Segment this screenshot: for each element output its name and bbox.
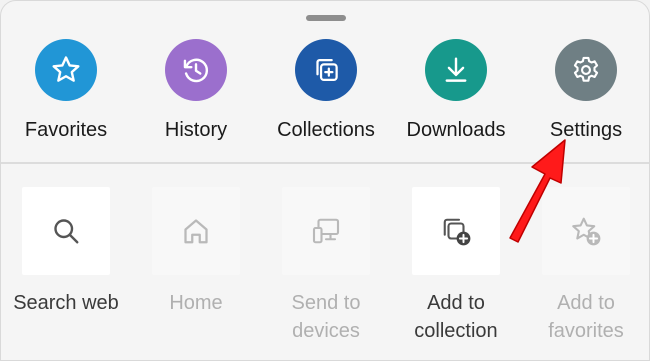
- add-to-favorites-button[interactable]: Add to favorites: [521, 187, 649, 345]
- add-to-collection-label: Add to collection: [414, 292, 498, 342]
- add-collection-icon: [443, 218, 471, 246]
- favorites-label: Favorites: [24, 119, 108, 141]
- divider: [1, 162, 649, 164]
- history-button[interactable]: History: [131, 39, 261, 142]
- search-web-button[interactable]: Search web: [1, 187, 131, 317]
- settings-button[interactable]: Settings: [521, 39, 649, 142]
- settings-label: Settings: [549, 119, 623, 141]
- search-web-label: Search web: [13, 292, 119, 314]
- send-to-devices-button[interactable]: Send to devices: [261, 187, 391, 345]
- star-icon: [35, 39, 97, 101]
- downloads-button[interactable]: Downloads: [391, 39, 521, 142]
- history-icon: [165, 39, 227, 101]
- downloads-label: Downloads: [406, 119, 506, 141]
- add-to-favorites-tile: [542, 187, 630, 275]
- home-label: Home: [169, 292, 223, 314]
- history-label: History: [164, 119, 228, 141]
- search-icon: [54, 219, 79, 244]
- home-tile: [152, 187, 240, 275]
- send-to-devices-label: Send to devices: [291, 292, 361, 342]
- collections-icon: [295, 39, 357, 101]
- menu-sheet: Favorites History Collections Downloads: [0, 0, 650, 361]
- devices-icon: [312, 218, 340, 244]
- add-to-collection-tile: [412, 187, 500, 275]
- search-web-tile: [22, 187, 110, 275]
- top-actions-row: Favorites History Collections Downloads: [1, 1, 649, 161]
- add-favorite-icon: [572, 217, 601, 246]
- favorites-button[interactable]: Favorites: [1, 39, 131, 142]
- add-to-collection-button[interactable]: Add to collection: [391, 187, 521, 345]
- home-button[interactable]: Home: [131, 187, 261, 317]
- collections-button[interactable]: Collections: [261, 39, 391, 142]
- home-icon: [184, 219, 208, 244]
- collections-label: Collections: [277, 119, 375, 141]
- add-to-favorites-label: Add to favorites: [548, 292, 624, 342]
- send-to-devices-tile: [282, 187, 370, 275]
- gear-icon: [555, 39, 617, 101]
- download-icon: [425, 39, 487, 101]
